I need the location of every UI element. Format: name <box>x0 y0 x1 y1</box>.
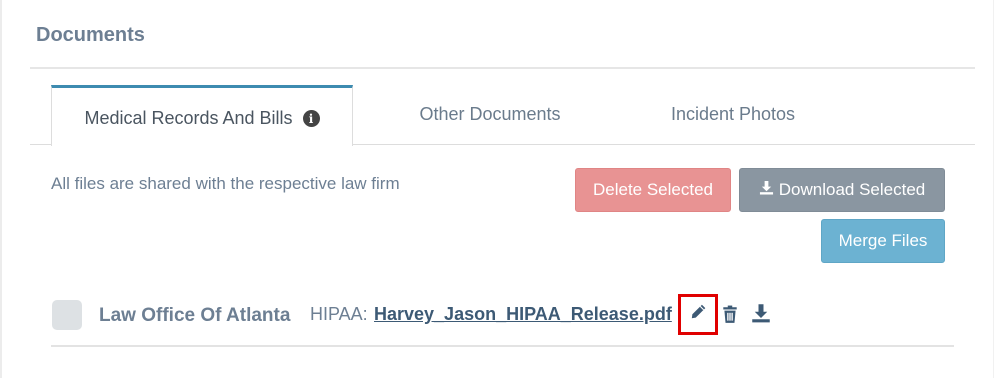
merge-files-button[interactable]: Merge Files <box>821 219 945 263</box>
edit-file-button[interactable] <box>678 294 718 335</box>
panel-left-border <box>0 0 2 378</box>
title-divider <box>30 67 975 69</box>
delete-selected-button[interactable]: Delete Selected <box>575 168 731 212</box>
section-title: Documents <box>36 24 145 46</box>
button-label: Merge Files <box>838 231 928 250</box>
law-firm-name: Law Office Of Atlanta <box>99 305 291 326</box>
tab-incident-photos[interactable]: Incident Photos <box>628 84 838 144</box>
row-divider <box>51 345 954 347</box>
button-label: Delete Selected <box>592 180 714 199</box>
tab-other-documents[interactable]: Other Documents <box>390 84 590 144</box>
button-label: Download Selected <box>778 180 926 199</box>
file-select-checkbox[interactable] <box>52 300 82 330</box>
trash-icon[interactable] <box>721 303 739 325</box>
tab-label: Other Documents <box>419 103 561 124</box>
file-link[interactable]: Harvey_Jason_HIPAA_Release.pdf <box>374 304 672 325</box>
sharing-note: All files are shared with the respective… <box>51 174 400 193</box>
info-circle-icon[interactable]: i <box>302 110 320 127</box>
download-icon <box>759 180 774 200</box>
tab-label: Medical Records And Bills <box>84 108 293 128</box>
download-selected-button[interactable]: Download Selected <box>739 168 945 212</box>
tab-label: Incident Photos <box>670 103 796 124</box>
panel-right-border <box>993 0 994 378</box>
pencil-icon <box>689 303 707 326</box>
document-type-label: HIPAA: <box>310 304 368 324</box>
download-icon[interactable] <box>750 302 772 324</box>
tab-medical-records-and-bills[interactable]: Medical Records And Bills i <box>51 85 353 146</box>
